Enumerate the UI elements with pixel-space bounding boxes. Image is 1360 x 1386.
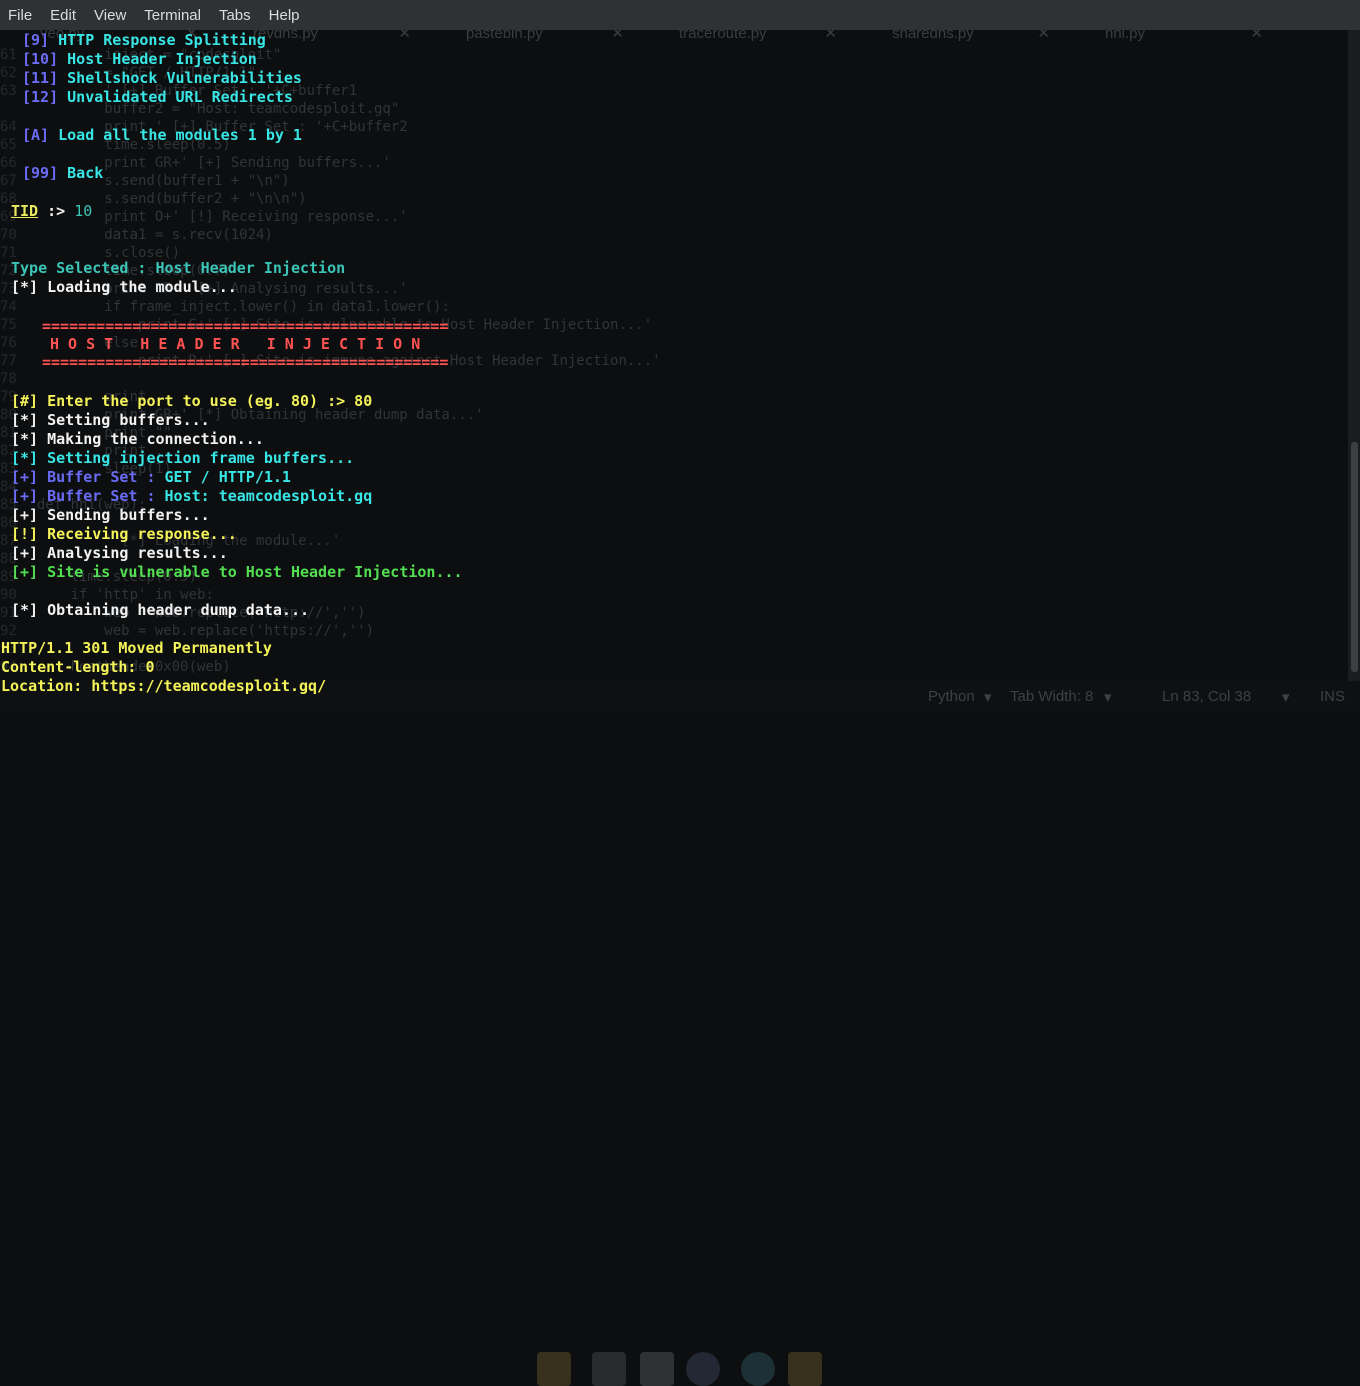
code-line: 78	[0, 370, 661, 388]
close-icon[interactable]: ✕	[1250, 30, 1263, 41]
language-selector[interactable]: Python	[928, 688, 975, 705]
menu-option: [9] HTTP Response Splitting	[22, 31, 266, 50]
header-dump-line: Content-length: 0	[1, 658, 155, 676]
banner-title: H O S T H E A D E R I N J E C T I O N	[50, 335, 421, 353]
chevron-down-icon: ▾	[984, 689, 992, 706]
status-line: [*] Obtaining header dump data...	[11, 601, 310, 619]
back-option: [99] Back	[22, 164, 103, 183]
option-label: Unvalidated URL Redirects	[67, 88, 293, 106]
code-text: data1 = s.recv(1024)	[20, 227, 273, 243]
editor-tab[interactable]: traceroute.py ✕	[639, 30, 852, 46]
status-line: [*] Setting injection frame buffers...	[11, 449, 355, 467]
folder-icon[interactable]	[788, 1352, 822, 1386]
banner-rule: ========================================…	[42, 353, 449, 371]
port-prompt: [#] Enter the port to use (eg. 80) :> 80	[11, 392, 373, 410]
editor-tab[interactable]: sharedns.py ✕	[852, 30, 1065, 46]
prompt-label: TID	[11, 202, 39, 220]
tab-label: hhi.py	[1105, 30, 1146, 42]
buffer-value: Host: teamcodesploit.gq	[164, 487, 373, 505]
loading-message: [*] Loading the module...	[11, 278, 237, 296]
cursor-position[interactable]: Ln 83, Col 38	[1162, 688, 1251, 705]
result-line: [+] Site is vulnerable to Host Header In…	[11, 563, 463, 581]
menu-terminal[interactable]: Terminal	[135, 7, 210, 24]
option-number: [A]	[22, 126, 50, 144]
prompt-value: 10	[74, 202, 93, 220]
option-label: Shellshock Vulnerabilities	[67, 69, 302, 87]
option-label: Back	[67, 164, 104, 182]
tab-width-selector[interactable]: Tab Width: 8	[1010, 688, 1093, 705]
status-line: [+] Analysing results...	[11, 544, 228, 562]
buffer-prefix: [+] Buffer Set :	[11, 487, 156, 505]
option-number: [10]	[22, 50, 59, 68]
menu-option: [11] Shellshock Vulnerabilities	[22, 69, 302, 88]
tab-label: traceroute.py	[679, 30, 767, 42]
network-icon[interactable]	[686, 1352, 720, 1386]
status-line: [+] Sending buffers...	[11, 506, 210, 524]
option-label: Load all the modules 1 by 1	[58, 126, 302, 144]
type-selected: Type Selected : Host Header Injection	[11, 259, 346, 277]
header-dump-line: HTTP/1.1 301 Moved Permanently	[1, 639, 272, 657]
buffer-prefix: [+] Buffer Set :	[11, 468, 156, 486]
editor-tab[interactable]: pastebin.py ✕	[426, 30, 639, 46]
code-line: 68 s.send(buffer2 + "\n\n")	[0, 190, 661, 208]
close-icon[interactable]: ✕	[611, 30, 624, 41]
banner-rule: ========================================…	[42, 317, 449, 335]
terminal-output: [9] HTTP Response Splitting [10] Host He…	[0, 31, 463, 695]
menu-option: [10] Host Header Injection	[22, 50, 257, 69]
load-all-option: [A] Load all the modules 1 by 1	[22, 126, 302, 145]
prompt-separator: :>	[47, 202, 66, 220]
code-line: 70 data1 = s.recv(1024)	[0, 226, 661, 244]
option-number: [12]	[22, 88, 59, 106]
menu-file[interactable]: File	[0, 7, 41, 24]
terminal-menubar: File Edit View Terminal Tabs Help	[0, 0, 1360, 30]
editor-tab[interactable]: hhi.py ✕	[1065, 30, 1278, 46]
close-icon[interactable]: ✕	[824, 30, 837, 41]
status-line: [*] Setting buffers...	[11, 411, 210, 429]
menu-help[interactable]: Help	[260, 7, 309, 24]
code-line: 92 web = web.replace('https://','')	[0, 622, 661, 640]
insert-mode: INS	[1320, 688, 1346, 705]
option-number: [99]	[22, 164, 59, 182]
buffer-value: GET / HTTP/1.1	[164, 468, 291, 486]
scrollbar-thumb[interactable]	[1351, 442, 1358, 672]
close-icon[interactable]: ✕	[1037, 30, 1050, 41]
terminal-app-icon[interactable]	[592, 1352, 626, 1386]
buffer-line: [+] Buffer Set : GET / HTTP/1.1	[11, 468, 291, 487]
code-text: if frame_inject.lower() in data1.lower()…	[20, 299, 450, 315]
option-label: HTTP Response Splitting	[58, 31, 266, 49]
header-dump-line: Location: https://teamcodesploit.gq/	[1, 677, 327, 695]
search-icon[interactable]	[741, 1352, 775, 1386]
menu-option: [12] Unvalidated URL Redirects	[22, 88, 293, 107]
tab-label: sharedns.py	[892, 30, 974, 42]
menu-tabs[interactable]: Tabs	[210, 7, 260, 24]
code-line: 69 print O+' [!] Receiving response...'	[0, 208, 661, 226]
file-manager-icon[interactable]	[537, 1352, 571, 1386]
chevron-down-icon: ▾	[1104, 689, 1112, 706]
terminal-scrollbar[interactable]	[1348, 30, 1360, 681]
tid-prompt: TID :> 10	[11, 202, 92, 221]
tab-label: pastebin.py	[466, 30, 543, 42]
option-label: Host Header Injection	[67, 50, 257, 68]
status-line: [!] Receiving response...	[11, 525, 237, 543]
status-line: [*] Making the connection...	[11, 430, 264, 448]
menu-edit[interactable]: Edit	[41, 7, 85, 24]
code-line: 74 if frame_inject.lower() in data1.lowe…	[0, 298, 661, 316]
option-number: [9]	[22, 31, 50, 49]
chevron-down-icon: ▾	[1282, 689, 1290, 706]
code-text: web = web.replace('https://','')	[20, 623, 375, 639]
close-icon[interactable]: ✕	[398, 30, 411, 41]
archive-icon[interactable]	[640, 1352, 674, 1386]
menu-view[interactable]: View	[85, 7, 135, 24]
buffer-line: [+] Buffer Set : Host: teamcodesploit.gq	[11, 487, 372, 506]
option-number: [11]	[22, 69, 59, 87]
